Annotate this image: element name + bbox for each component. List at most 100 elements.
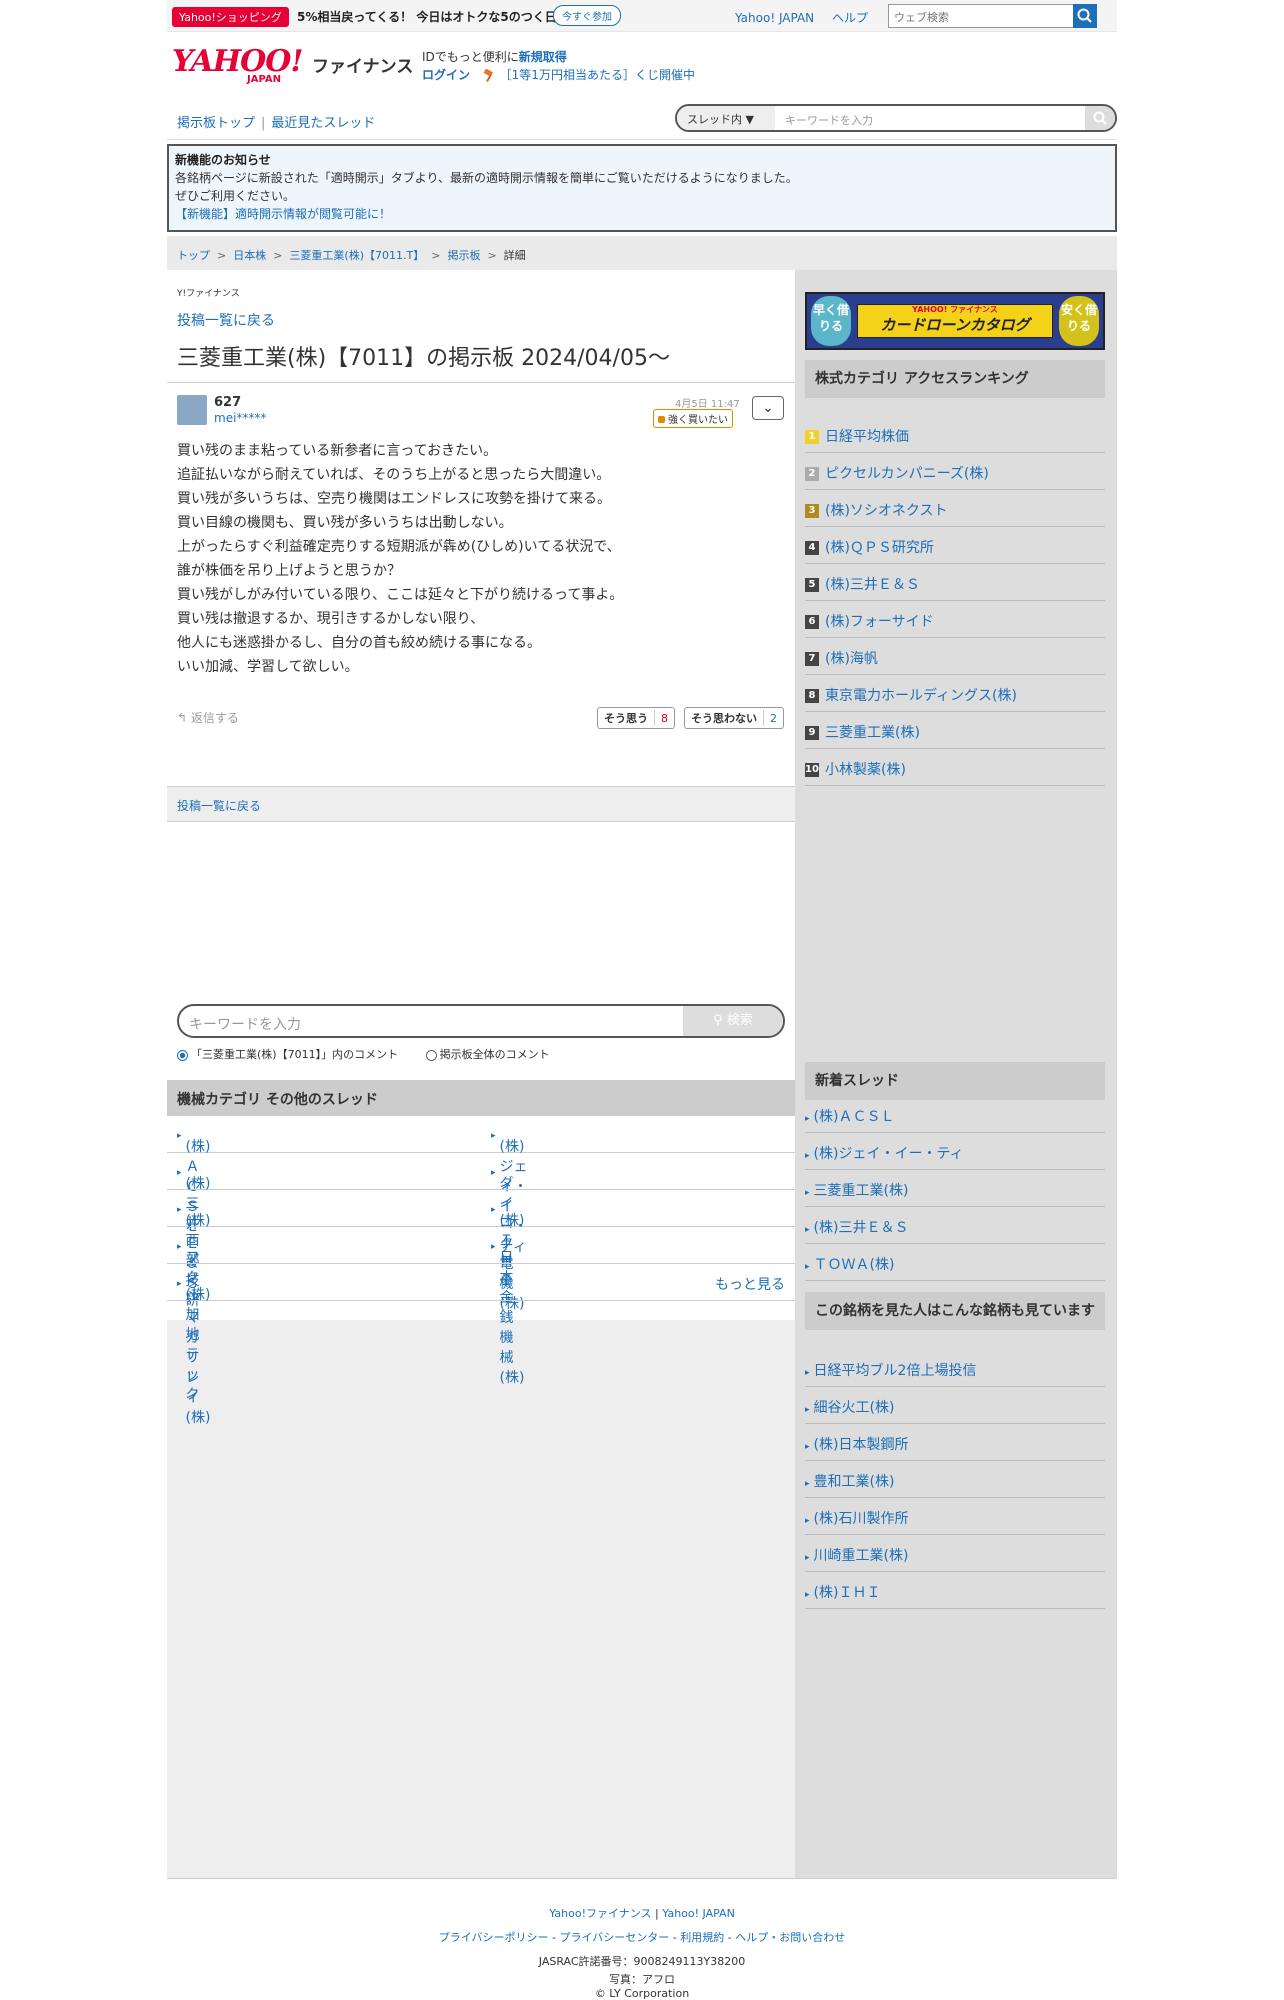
footer-finance-link[interactable]: Yahoo!ファイナンス [549,1907,651,1920]
more-link[interactable]: もっと見る [715,1274,785,1294]
ranking-item[interactable]: 9 三菱重工業(株) [805,712,1105,749]
web-search-input[interactable]: ウェブ検索 [888,4,1074,28]
category-row: ▸ (株)西部技研 ▸ (株)ＩＨＩ [167,1190,795,1309]
shopping-badge[interactable]: Yahoo!ショッピング [172,7,289,27]
yahoo-japan-link[interactable]: Yahoo! JAPAN [735,11,814,25]
reply-label: 返信する [190,711,239,725]
category-thread-link[interactable]: ▸ (株)ＩＨＩ [491,1200,524,1289]
category-thread-link[interactable]: ▸ (株)西部技研 [177,1200,210,1309]
login-link[interactable]: ログイン [422,68,470,82]
new-thread-item[interactable]: ▸ (株)三井Ｅ＆Ｓ [805,1207,1105,1244]
category-thread-link[interactable]: ▸ ダイコク電機(株) [491,1163,524,1312]
also-viewed-item[interactable]: ▸ 川崎重工業(株) [805,1535,1105,1572]
keyword-input[interactable]: キーワードを入力 [189,1014,301,1034]
help-link[interactable]: ヘルプ [832,11,868,25]
privacy-policy-link[interactable]: プライバシーポリシー [439,1931,549,1944]
ranking-item[interactable]: 4 (株)ＱＰＳ研究所 [805,527,1105,564]
crumb-top[interactable]: トップ [177,249,210,262]
reply-button[interactable]: ↰ 返信する [177,709,239,726]
post-date: 4月5日 11:47 [675,399,740,410]
notice-link[interactable]: 【新機能】適時開示情報が閲覧可能に！ [175,207,391,221]
agree-count: 8 [661,711,668,725]
post-line: 他人にも迷惑掛かるし、自分の首も絞め続ける事になる。 [177,635,541,651]
help-contact-link[interactable]: ヘルプ・お問い合わせ [735,1931,845,1944]
crumb-stock[interactable]: 三菱重工業(株)【7011.T】 [289,249,424,262]
back-to-list-link[interactable]: 投稿一覧に戻る [177,799,261,813]
ranking-item[interactable]: 6 (株)フォーサイド [805,601,1105,638]
new-thread-item[interactable]: ▸ (株)ＡＣＳＬ [805,1096,1105,1133]
board-search-input[interactable]: キーワードを入力 [785,112,873,128]
sentiment-icon [658,416,665,423]
search-icon [1077,8,1092,23]
lottery-link[interactable]: ［1等1万円相当あたる］くじ開催中 [500,68,695,82]
category-thread-link[interactable]: ▸ フクシマガリレイ(株) [177,1237,210,1426]
ranking-item[interactable]: 7 (株)海帆 [805,638,1105,675]
crumb-japan-stocks[interactable]: 日本株 [233,249,266,262]
web-search-button[interactable] [1073,4,1097,28]
logo-japan: JAPAN [247,74,281,85]
avatar[interactable] [177,395,207,425]
also-viewed-item[interactable]: ▸ 日経平均ブル2倍上場投信 [805,1350,1105,1387]
radio-all-option[interactable]: 掲示板全体のコメント [425,1048,562,1061]
privacy-center-link[interactable]: プライバシーセンター [560,1931,670,1944]
board-search-button[interactable] [1085,106,1115,130]
nav-separator: | [261,116,266,131]
also-viewed-item[interactable]: ▸ 豊和工業(株) [805,1461,1105,1498]
disagree-count: 2 [770,711,777,725]
board-top-link[interactable]: 掲示板トップ [177,116,255,131]
site-header: YAHOO! JAPAN ファイナンス IDでもっと便利に新規取得 ログイン ［… [167,32,1117,96]
category-thread-link[interactable]: ▸ (株)三井Ｅ＆Ｓ [177,1163,210,1292]
radio-unselected[interactable] [425,1049,437,1061]
ranking-item[interactable]: 2 ピクセルカンパニーズ(株) [805,453,1105,490]
top-links: Yahoo! JAPAN ヘルプ [735,9,882,26]
new-thread-item[interactable]: ▸ (株)ジェイ・イー・ティ [805,1133,1105,1170]
ranking-item[interactable]: 1 日経平均株価 [805,416,1105,453]
board-search: スレッド内 ▼ キーワードを入力 [675,104,1117,132]
also-viewed-list: ▸ 日経平均ブル2倍上場投信 ▸ 細谷火工(株) ▸ (株)日本製鋼所 ▸ 豊和工業(株… [805,1350,1105,1609]
also-viewed-item[interactable]: ▸ (株)日本製鋼所 [805,1424,1105,1461]
recent-threads-link[interactable]: 最近見たスレッド [271,116,375,131]
photo-credit: 写真：アフロ [609,1973,675,1986]
agree-button[interactable]: そう思う 8 [597,707,675,729]
category-thread-link[interactable]: ▸ 日本金銭機械(株) [491,1237,524,1386]
terms-link[interactable]: 利用規約 [680,1931,724,1944]
yahoo-logo[interactable]: YAHOO! [172,44,304,79]
finance-label[interactable]: ファイナンス [312,52,413,77]
category-thread-link[interactable]: ▸ (株)ジェイ・イー・ティ [491,1126,528,1255]
notice-line: ぜひご利用ください。 [175,189,296,203]
category-thread-link[interactable]: ▸ (株)加地テック [177,1274,210,1403]
post-user[interactable]: mei***** [214,411,266,425]
ranking-item[interactable]: 5 (株)三井Ｅ＆Ｓ [805,564,1105,601]
ranking-item[interactable]: 3 (株)ソシオネクスト [805,490,1105,527]
search-scope-radios: 「三菱重工業(株)【7011】」内のコメント 掲示板全体のコメント [177,1046,574,1062]
signup-link[interactable]: 新規取得 [519,50,567,64]
ranking-list: 1 日経平均株価 2 ピクセルカンパニーズ(株) 3 (株)ソシオネクスト 4 (株)Ｑ… [805,416,1105,786]
radio-selected[interactable] [177,1049,188,1061]
card-loan-ad[interactable]: 早く借りる YAHOO! ファイナンス カードローンカタログ 安く借りる [805,292,1105,350]
also-viewed-item[interactable]: ▸ (株)ＩＨＩ [805,1572,1105,1609]
post-menu-button[interactable]: ⌄ [752,396,784,420]
ranking-header: 株式カテゴリ アクセスランキング [805,360,1105,398]
also-viewed-item[interactable]: ▸ 細谷火工(株) [805,1387,1105,1424]
rank-badge: 6 [805,615,819,629]
new-thread-item[interactable]: ▸ 三菱重工業(株) [805,1170,1105,1207]
category-thread-link[interactable]: ▸ (株)ＡＣＳＬ [177,1126,210,1235]
jasrac-number: JASRAC許諾番号：9008249113Y38200 [538,1955,746,1968]
new-thread-item[interactable]: ▸ ＴＯＷＡ(株) [805,1244,1105,1281]
ranking-item[interactable]: 10 小林製薬(株) [805,749,1105,786]
crumb-board[interactable]: 掲示板 [447,249,480,262]
join-now-button[interactable]: 今すぐ参加 [553,5,621,26]
footer-yahoo-link[interactable]: Yahoo! JAPAN [662,1907,735,1920]
radio-all-label: 掲示板全体のコメント [439,1048,550,1061]
post-line: 誰が株価を吊り上げようと思うか？ [177,563,401,579]
crumb-detail: 詳細 [503,249,526,262]
radio-thread-option[interactable]: 「三菱重工業(株)【7011】」内のコメント [177,1048,410,1061]
keyword-search-button[interactable]: ⚲ 検索 [683,1006,783,1036]
also-viewed-item[interactable]: ▸ (株)石川製作所 [805,1498,1105,1535]
back-to-list-link[interactable]: 投稿一覧に戻る [177,310,275,330]
promo-text[interactable]: 5%相当戻ってくる！ 今日はオトクな5のつく日 [297,8,557,25]
board-nav: 掲示板トップ | 最近見たスレッド スレッド内 ▼ キーワードを入力 [167,100,1117,140]
disagree-button[interactable]: そう思わない 2 [684,707,784,729]
scope-select[interactable]: スレッド内 ▼ [677,106,775,130]
ranking-item[interactable]: 8 東京電力ホールディングス(株) [805,675,1105,712]
